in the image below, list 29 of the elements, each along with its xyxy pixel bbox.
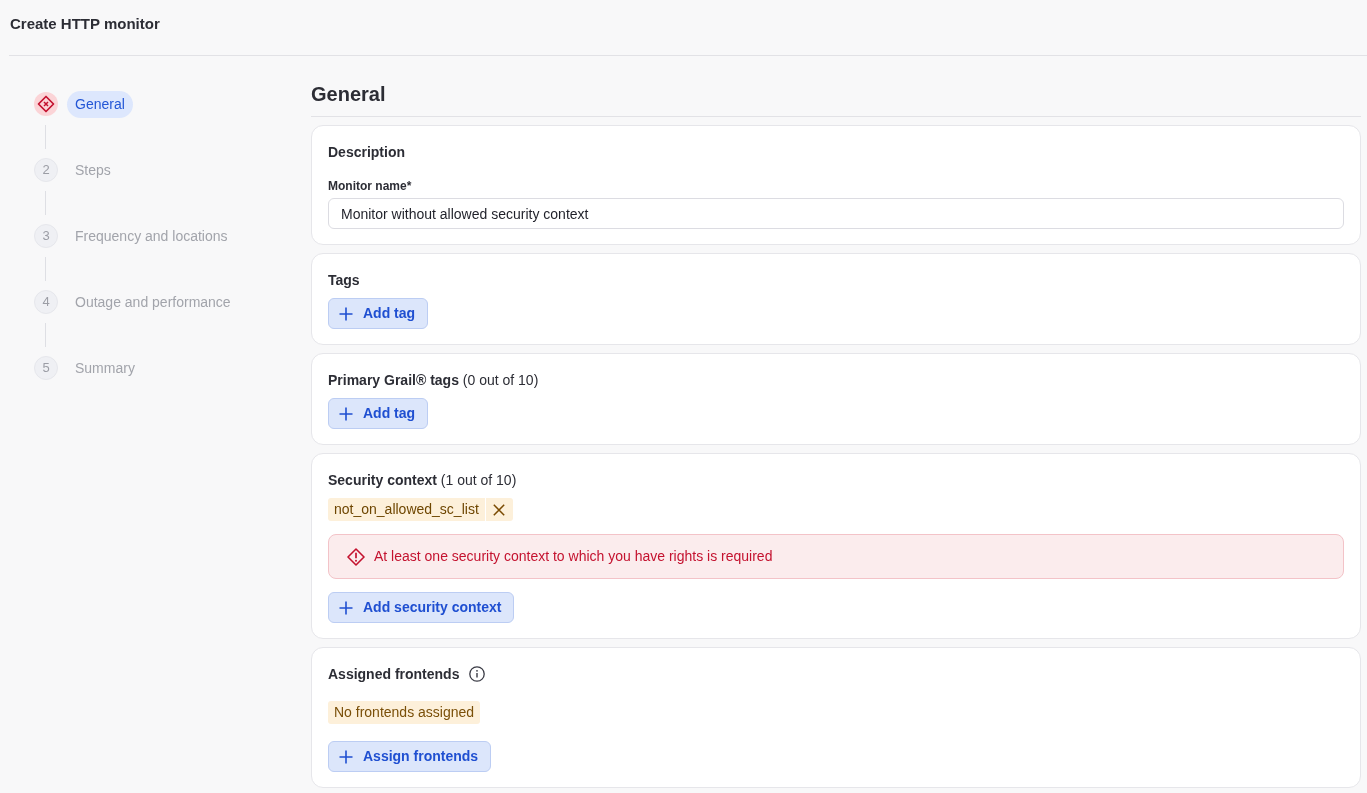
error-message: At least one security context to which you have rights is required — [374, 547, 773, 566]
section-heading: General — [311, 82, 387, 107]
plus-icon — [339, 306, 353, 321]
remove-button[interactable] — [485, 498, 513, 521]
info-icon[interactable] — [469, 666, 486, 682]
warning-icon — [347, 547, 365, 566]
section-title: Assigned frontends — [328, 665, 460, 684]
plus-icon — [339, 600, 353, 615]
step-item[interactable]: General — [67, 90, 133, 118]
section-title: Description — [328, 143, 405, 162]
section-title: Tags — [328, 271, 360, 290]
add-button[interactable]: Add tag — [328, 298, 429, 329]
step-number: 2 — [34, 158, 58, 182]
close-icon — [493, 503, 506, 516]
page-title: Create HTTP monitor — [10, 14, 160, 35]
add-button[interactable]: Add security context — [328, 592, 515, 623]
step-number: 4 — [34, 290, 58, 314]
plus-icon — [339, 406, 353, 421]
text-input[interactable]: Monitor without allowed security context — [328, 198, 1344, 229]
step-number: 5 — [34, 356, 58, 380]
add-button[interactable]: Assign frontends — [328, 741, 492, 772]
notice-tag: No frontends assigned — [328, 701, 481, 724]
section-title: Security context (1 out of 10) — [328, 471, 517, 490]
add-button[interactable]: Add tag — [328, 398, 429, 429]
plus-icon — [339, 749, 353, 764]
step-number: 3 — [34, 224, 58, 248]
section-title: Primary Grail® tags (0 out of 10) — [328, 371, 539, 390]
field-label: Monitor name* — [328, 178, 413, 194]
chip-label: not_on_allowed_sc_list — [328, 498, 485, 521]
